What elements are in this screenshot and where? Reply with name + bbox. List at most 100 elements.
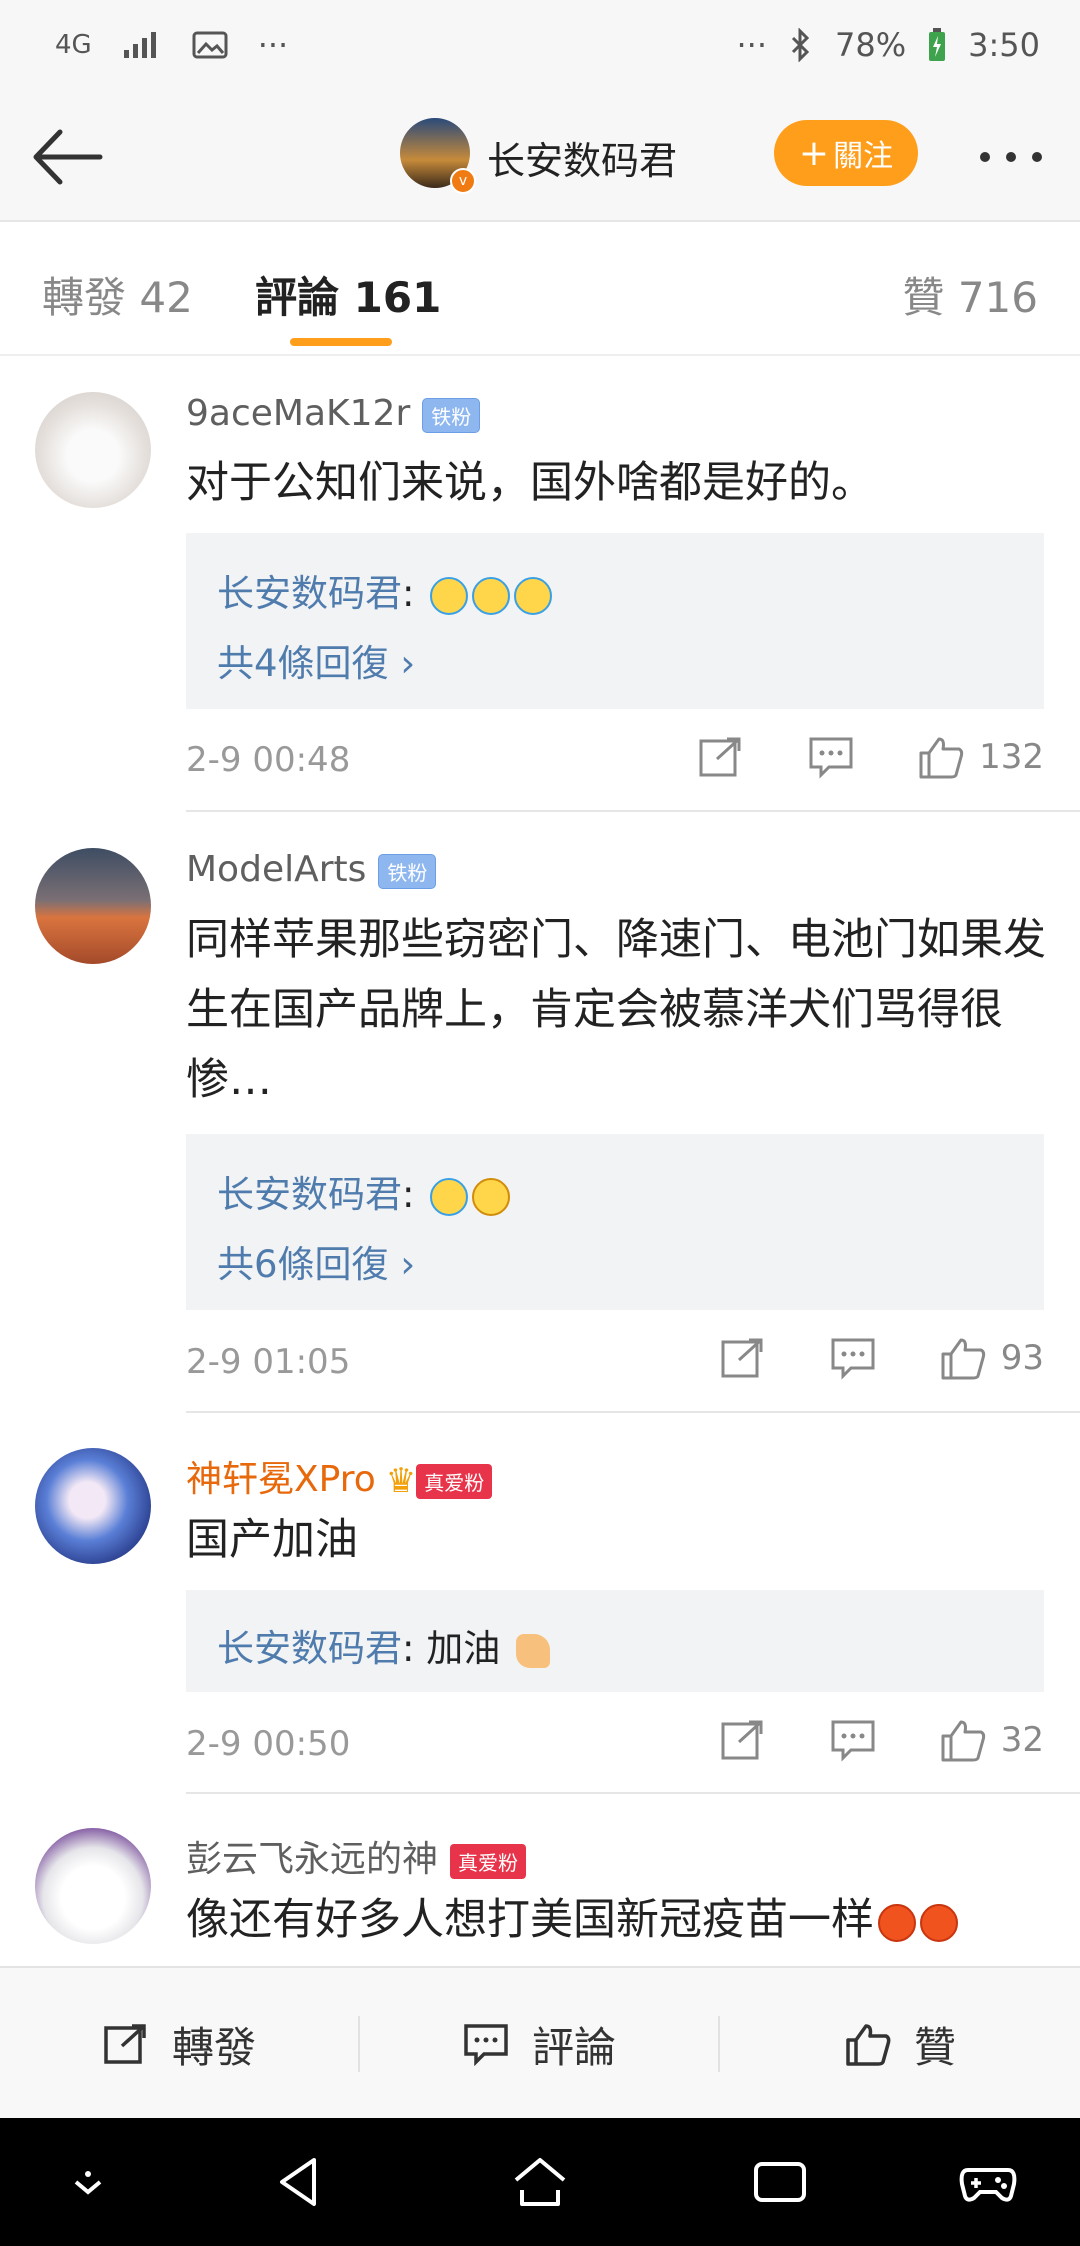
tab-reposts[interactable]: 轉發 42	[42, 264, 193, 325]
crown-icon: ♛	[385, 1461, 417, 1501]
like-label: 贊	[913, 2022, 956, 2072]
comment-icon	[464, 2024, 508, 2066]
divider	[186, 1411, 1080, 1413]
like-icon[interactable]	[917, 735, 965, 779]
home-icon[interactable]	[508, 2150, 572, 2214]
system-nav-bar	[0, 2118, 1080, 2246]
repost-icon	[104, 2024, 146, 2064]
top-nav-bar: v 长安数码君 + 關注	[0, 90, 1080, 222]
comment-icon[interactable]	[807, 735, 855, 779]
reply-preview[interactable]: 长安数码君: 加油	[186, 1590, 1044, 1692]
divider	[186, 810, 1080, 812]
like-count: 32	[1000, 1720, 1044, 1760]
shrug-emoji-icon	[430, 1177, 469, 1216]
reply-text: : 加油	[402, 1627, 501, 1670]
follow-button[interactable]: + 關注	[774, 120, 918, 186]
comment-username[interactable]: 9aceMaK12r	[186, 393, 410, 434]
comment-text: 同样苹果那些窃密门、降速门、电池门如果发生在国产品牌上，肯定会被慕洋犬们骂得很惨…	[186, 915, 1046, 1105]
repost-label: 轉發	[171, 2022, 256, 2072]
verified-badge-icon: v	[450, 168, 476, 194]
comment-actions: 32	[657, 1718, 1044, 1762]
comment-username[interactable]: 神轩冕XPro	[186, 1459, 376, 1500]
like-count: 132	[979, 737, 1044, 777]
repost-button[interactable]: 轉發	[0, 1968, 358, 2120]
share-icon[interactable]	[719, 1718, 767, 1762]
bluetooth-icon	[791, 28, 810, 62]
signal-icon	[123, 32, 156, 58]
tab-comments[interactable]: 評論 161	[255, 264, 441, 325]
more-replies-link[interactable]: 共6條回復 ›	[217, 1234, 415, 1288]
comment-text: 像还有好多人想打美国新冠疫苗一样	[186, 1895, 874, 1945]
comment-icon[interactable]	[829, 1718, 877, 1762]
reply-text: :	[402, 572, 415, 615]
battery-percent: 78%	[835, 26, 907, 64]
reply-preview[interactable]: 长安数码君: 共4條回復 ›	[186, 533, 1044, 709]
like-button[interactable]: 贊	[720, 1968, 1080, 2120]
share-icon[interactable]	[697, 735, 745, 779]
fan-badge: 铁粉	[422, 397, 481, 433]
reply-text: :	[402, 1173, 415, 1216]
comment-actions: 93	[657, 1336, 1044, 1380]
tab-likes[interactable]: 贊 716	[902, 264, 1038, 325]
status-more-right: ···	[736, 26, 768, 64]
angry-emoji-icon	[920, 1903, 958, 1942]
more-replies-label: 共4條回復	[217, 642, 389, 685]
recent-apps-icon[interactable]	[748, 2150, 812, 2214]
more-replies-label: 共6條回復	[217, 1243, 389, 1286]
share-icon[interactable]	[719, 1336, 767, 1380]
fan-badge: 真爱粉	[450, 1843, 527, 1879]
comment-username[interactable]: ModelArts	[186, 849, 366, 890]
avatar[interactable]	[35, 848, 151, 964]
plus-icon: +	[798, 132, 830, 174]
game-controller-icon[interactable]	[956, 2150, 1020, 2214]
fan-badge: 铁粉	[378, 853, 437, 889]
divider	[186, 1792, 1080, 1794]
battery-charging-icon	[929, 28, 946, 61]
comment-label: 評論	[531, 2022, 616, 2072]
image-icon	[192, 31, 228, 59]
comment-username[interactable]: 彭云飞永远的神	[186, 1839, 438, 1880]
fan-badge: 真爱粉	[416, 1463, 493, 1499]
like-icon[interactable]	[939, 1336, 987, 1380]
shrug-emoji-icon	[514, 576, 553, 615]
more-replies-link[interactable]: 共4條回復 ›	[217, 633, 415, 687]
comment-time: 2-9 01:05	[186, 1342, 351, 1382]
avatar[interactable]	[35, 1448, 151, 1564]
author-name[interactable]: 长安数码君	[487, 130, 677, 185]
comment-actions: 132	[635, 735, 1044, 779]
comment-button[interactable]: 評論	[360, 1968, 718, 2120]
comment-text: 国产加油	[186, 1515, 358, 1565]
chevron-right-icon: ›	[400, 642, 416, 685]
more-options-icon[interactable]	[980, 152, 1042, 162]
comment-time: 2-9 00:50	[186, 1724, 351, 1764]
network-indicator: 4G	[55, 30, 92, 60]
status-bar: 4G ··· ··· 78% 3:50	[0, 0, 1080, 90]
like-count: 93	[1000, 1338, 1044, 1378]
back-arrow-icon[interactable]	[28, 122, 108, 192]
comment-text: 对于公知们来说，国外啥都是好的。	[186, 458, 874, 508]
avatar[interactable]	[35, 1828, 151, 1944]
avatar[interactable]	[35, 392, 151, 508]
laugh-cry-emoji-icon	[472, 1177, 511, 1216]
shrug-emoji-icon	[472, 576, 511, 615]
like-icon	[846, 2024, 891, 2066]
angry-emoji-icon	[878, 1903, 916, 1942]
reply-preview[interactable]: 长安数码君: 共6條回復 ›	[186, 1134, 1044, 1310]
like-icon[interactable]	[939, 1718, 987, 1762]
back-icon[interactable]	[268, 2150, 332, 2214]
clock: 3:50	[968, 26, 1040, 64]
follow-label: 關注	[833, 139, 894, 174]
comment-time: 2-9 00:48	[186, 740, 351, 780]
bottom-action-bar: 轉發 評論 贊	[0, 1966, 1080, 2120]
comment-icon[interactable]	[829, 1336, 877, 1380]
status-more-left: ···	[257, 26, 289, 64]
chevron-down-icon[interactable]	[56, 2150, 120, 2214]
muscle-emoji-icon	[516, 1633, 550, 1668]
reply-username[interactable]: 长安数码君	[217, 1173, 402, 1216]
reply-username[interactable]: 长安数码君	[217, 572, 402, 615]
active-tab-indicator	[290, 338, 392, 346]
shrug-emoji-icon	[430, 576, 469, 615]
reply-username[interactable]: 长安数码君	[217, 1627, 402, 1670]
post-tabs: 轉發 42 評論 161 贊 716	[0, 222, 1080, 356]
chevron-right-icon: ›	[400, 1243, 416, 1286]
